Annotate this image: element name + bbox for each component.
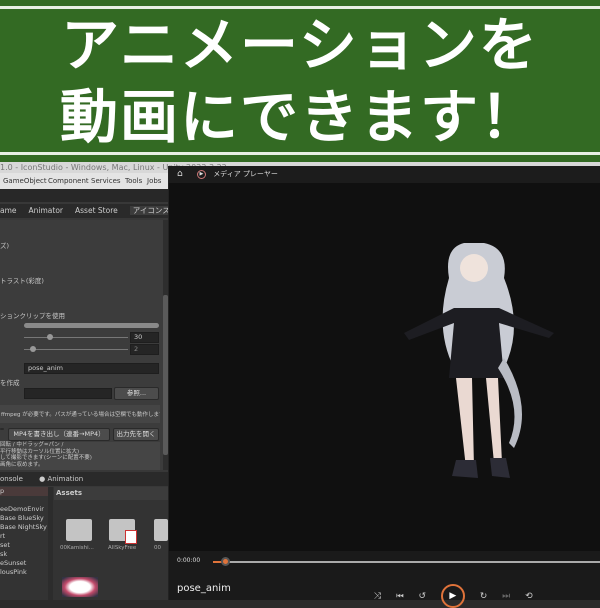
menu-gameobject[interactable]: GameObject <box>3 173 47 189</box>
filename-field[interactable]: pose_anim <box>24 363 159 374</box>
banner-line-1: アニメーションを <box>61 11 539 79</box>
control-buttons: ⤨ ⏮ ↺ ▶ ↻ ⏭ ⟲ <box>374 584 533 608</box>
fps-field[interactable]: 30 <box>130 332 159 343</box>
open-output-button[interactable]: 出力先を開く <box>113 428 159 441</box>
toolbar <box>0 189 168 202</box>
fps-slider[interactable] <box>24 337 128 338</box>
tree-item[interactable]: set <box>0 541 48 550</box>
project-tree: p eeDemoEnvir Base BlueSky Base NightSky rt… <box>0 487 48 600</box>
path-field[interactable] <box>24 388 112 399</box>
project-panel: p eeDemoEnvir Base BlueSky Base NightSky rt… <box>0 487 168 600</box>
folder-pdf-icon[interactable] <box>109 519 137 544</box>
assets-header: Assets <box>54 487 168 500</box>
banner-line-2: 動画にできます！ <box>59 83 540 151</box>
label: を作成 <box>0 379 20 387</box>
current-time: 0:00:00 <box>177 557 201 564</box>
export-mp4-button[interactable]: MP4を書き出し（連番→MP4） <box>8 428 110 441</box>
seek-handle[interactable] <box>220 557 230 566</box>
asset-label: 00Kamishi... <box>60 545 94 551</box>
folder-icon[interactable] <box>154 519 168 541</box>
home-icon[interactable]: ⌂ <box>177 169 183 179</box>
divider <box>0 152 600 155</box>
tab-animation[interactable]: ● Animation <box>39 475 83 483</box>
previous-icon[interactable]: ⏮ <box>396 592 404 602</box>
title-banner: アニメーションを 動画にできます！ <box>0 0 600 162</box>
scale-field[interactable]: 2 <box>130 344 159 355</box>
scale-slider[interactable] <box>24 349 128 350</box>
player-title: メディア プレーヤー <box>213 170 278 178</box>
tab-asset-store[interactable]: Asset Store <box>75 206 118 215</box>
asset-label: 00 <box>154 545 161 551</box>
label: ションクリップを使用 <box>0 312 65 320</box>
forward-30-icon[interactable]: ↻ <box>480 592 488 602</box>
tree-item[interactable] <box>0 496 48 505</box>
tree-item[interactable]: lousPink <box>0 568 48 577</box>
tree-item[interactable]: Base NightSky <box>0 523 48 532</box>
tab-animator[interactable]: Animator <box>29 206 63 215</box>
assets-grid: Assets 00Kamishi... AllSkyFree 00 <box>54 487 168 600</box>
play-button[interactable]: ▶ <box>440 584 465 608</box>
media-player-window: ⌂ ▶ メディア プレーヤー 0:00:00 pose_anim ⤨ ⏮ ↺ ▶… <box>168 166 600 608</box>
repeat-off-icon[interactable]: ⟲ <box>525 592 533 602</box>
seek-bar[interactable] <box>213 561 600 563</box>
tab-console[interactable]: onsole <box>0 475 23 483</box>
next-icon[interactable]: ⏭ <box>502 592 510 602</box>
character-figure <box>404 243 554 478</box>
rewind-10-icon[interactable]: ↺ <box>418 592 426 602</box>
menu-tools[interactable]: Tools <box>125 173 142 189</box>
tab-game[interactable]: ame <box>0 206 17 215</box>
scrollbar[interactable] <box>48 487 53 600</box>
media-player-icon: ▶ <box>196 169 206 179</box>
tree-item[interactable]: eeDemoEnvir <box>0 505 48 514</box>
ffmpeg-note: ffmpeg が必要です。パスが通っている場合は空欄でも動作します。 <box>0 405 160 423</box>
media-title: pose_anim <box>177 583 231 594</box>
button[interactable] <box>0 428 4 430</box>
player-header: ⌂ ▶ メディア プレーヤー <box>169 166 600 183</box>
help-box: 回転 / 中ドラッグ=パン / 平行移動はカーソル位置に拡大) して撮影できます(シ… <box>0 442 160 470</box>
inspector-panel: ズ) トラスト(彩度) ションクリップを使用 30 2 pose_anim を作… <box>0 220 168 470</box>
tree-item[interactable]: Base BlueSky <box>0 514 48 523</box>
folder-icon[interactable] <box>66 519 92 541</box>
label: トラスト(彩度) <box>0 277 44 285</box>
range-bar[interactable] <box>24 323 159 328</box>
tree-item[interactable]: sk <box>0 550 48 559</box>
tree-item[interactable]: eSunset <box>0 559 48 568</box>
slider-handle[interactable] <box>30 346 36 352</box>
asset-thumbnail[interactable] <box>62 577 98 597</box>
tree-item[interactable]: p <box>0 487 48 496</box>
menu-component[interactable]: Component <box>48 173 89 189</box>
tab-label: Animation <box>47 475 84 483</box>
menu-services[interactable]: Services <box>91 173 121 189</box>
menu-jobs[interactable]: Jobs <box>147 173 161 189</box>
help-line: 画角に収めます。 <box>0 461 44 468</box>
label: ズ) <box>0 242 10 250</box>
bottom-tabs: onsole ● Animation <box>0 472 168 486</box>
browse-button[interactable]: 参照... <box>114 387 159 400</box>
playback-controls: 0:00:00 pose_anim ⤨ ⏮ ↺ ▶ ↻ ⏭ ⟲ <box>169 551 600 608</box>
editor-tabs: ame Animator Asset Store アイコンスタ <box>0 204 181 218</box>
divider <box>0 6 600 9</box>
tree-item[interactable]: rt <box>0 532 48 541</box>
asset-label: AllSkyFree <box>108 545 137 551</box>
slider-handle[interactable] <box>47 334 53 340</box>
shuffle-icon[interactable]: ⤨ <box>374 592 381 602</box>
